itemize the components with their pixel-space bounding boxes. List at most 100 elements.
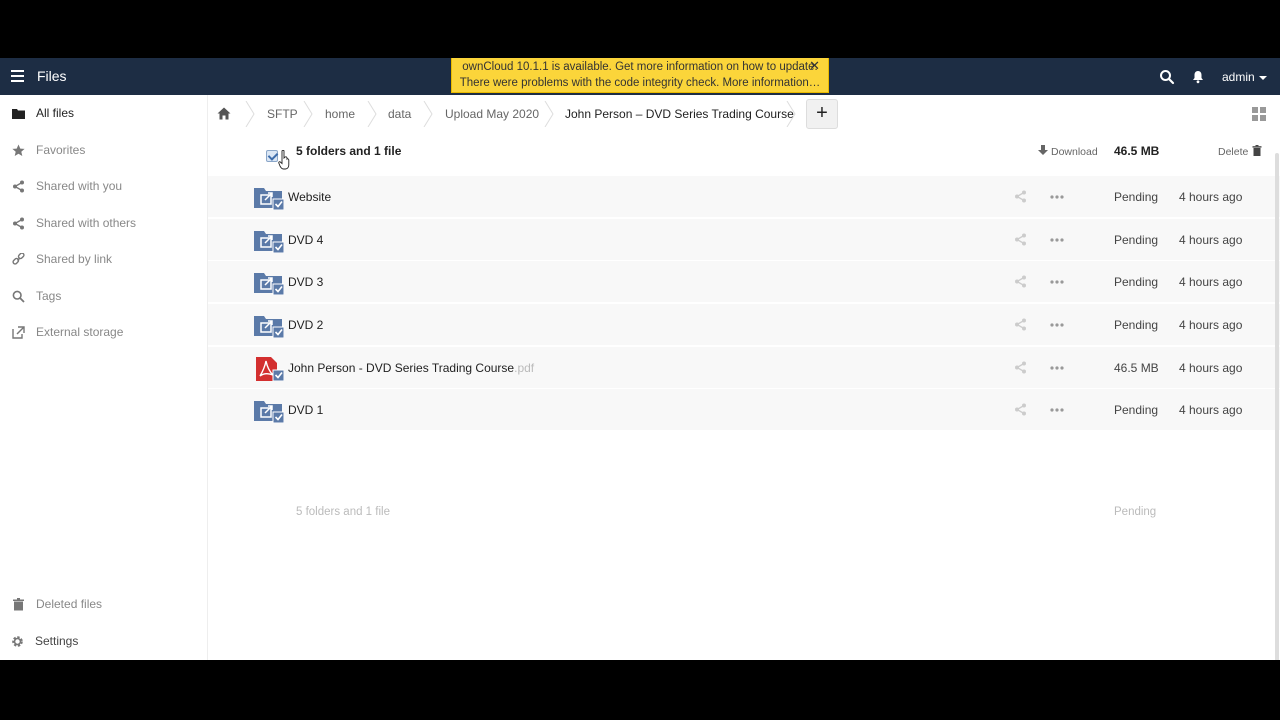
sidebar-item-label: Shared by link — [36, 252, 113, 266]
new-button[interactable]: + — [806, 99, 838, 129]
table-row[interactable]: DVD 2 Pending 4 hours ago — [208, 304, 1280, 346]
file-modified: 4 hours ago — [1179, 403, 1243, 417]
sidebar-item-label: All files — [36, 106, 75, 120]
sidebar-item-tags[interactable]: Tags — [0, 278, 207, 314]
file-basename: DVD 2 — [288, 318, 324, 332]
more-actions-icon[interactable] — [1050, 408, 1064, 412]
breadcrumb-separator — [544, 101, 554, 127]
share-icon — [13, 180, 24, 193]
more-actions-icon[interactable] — [1050, 323, 1064, 327]
menu-icon[interactable] — [11, 70, 24, 82]
footer-size: Pending — [1114, 506, 1157, 518]
grid-view-icon[interactable] — [1252, 107, 1266, 121]
breadcrumb-item-home[interactable]: home — [325, 95, 355, 133]
sidebar-item-shared-by-link[interactable]: Shared by link — [0, 241, 207, 277]
close-icon[interactable]: ✕ — [809, 58, 820, 74]
file-name[interactable]: Website — [288, 190, 331, 204]
file-modified: 4 hours ago — [1179, 190, 1243, 204]
file-size: Pending — [1114, 403, 1159, 417]
file-name[interactable]: DVD 3 — [288, 275, 323, 289]
breadcrumb-separator — [303, 101, 313, 127]
more-actions-icon[interactable] — [1050, 366, 1064, 370]
table-header: 5 folders and 1 file Download 46.5 MB De… — [208, 133, 1280, 175]
sidebar-item-external-storage[interactable]: External storage — [0, 314, 207, 350]
pdf-file-icon — [256, 357, 284, 381]
table-row[interactable]: John Person - DVD Series Trading Course.… — [208, 347, 1280, 389]
file-size: 46.5 MB — [1114, 361, 1159, 375]
file-name[interactable]: John Person - DVD Series Trading Course.… — [288, 361, 534, 375]
files-app: Files ownCloud 10.1.1 is available. Get … — [0, 58, 1280, 660]
breadcrumb-item-upload[interactable]: Upload May 2020 — [445, 95, 539, 133]
folder-icon — [12, 109, 25, 119]
trash-icon — [13, 598, 24, 611]
file-name[interactable]: DVD 1 — [288, 403, 323, 417]
more-actions-icon[interactable] — [1050, 280, 1064, 284]
home-icon[interactable] — [217, 107, 231, 120]
bell-icon[interactable] — [1191, 70, 1205, 84]
breadcrumb-separator — [367, 101, 377, 127]
download-button[interactable]: Download — [1038, 145, 1098, 158]
more-actions-icon[interactable] — [1050, 238, 1064, 242]
sidebar-item-favorites[interactable]: Favorites — [0, 132, 207, 168]
file-name[interactable]: DVD 2 — [288, 318, 323, 332]
select-all-checkbox[interactable] — [266, 150, 278, 162]
file-size: Pending — [1114, 233, 1159, 247]
user-menu[interactable]: admin — [1222, 70, 1267, 84]
file-name[interactable]: DVD 4 — [288, 233, 323, 247]
share-icon[interactable] — [1014, 318, 1027, 331]
breadcrumb-separator — [423, 101, 433, 127]
sidebar-item-deleted-files[interactable]: Deleted files — [0, 586, 207, 622]
share-icon[interactable] — [1014, 233, 1027, 246]
breadcrumb-item-current[interactable]: John Person – DVD Series Trading Course — [565, 95, 794, 133]
trash-icon — [1252, 145, 1262, 156]
breadcrumb-item-data[interactable]: data — [388, 95, 411, 133]
breadcrumb-item-sftp[interactable]: SFTP — [267, 95, 298, 133]
external-link-icon — [12, 326, 25, 339]
sidebar-item-label: Settings — [35, 634, 79, 648]
share-icon — [13, 217, 24, 230]
sidebar-item-label: Deleted files — [36, 597, 103, 611]
footer-summary: 5 folders and 1 file — [296, 506, 390, 518]
share-icon[interactable] — [1014, 403, 1027, 416]
sidebar-item-shared-with-others[interactable]: Shared with others — [0, 205, 207, 241]
table-row[interactable]: DVD 1 Pending 4 hours ago — [208, 389, 1280, 431]
shared-folder-icon — [254, 316, 284, 338]
shared-folder-icon — [254, 188, 284, 210]
table-row[interactable]: DVD 4 Pending 4 hours ago — [208, 219, 1280, 261]
selection-summary: 5 folders and 1 file — [296, 144, 402, 158]
download-icon — [1038, 145, 1048, 155]
table-row[interactable]: DVD 3 Pending 4 hours ago — [208, 261, 1280, 303]
shared-folder-icon — [254, 401, 284, 423]
link-icon — [12, 253, 25, 265]
breadcrumb-separator — [245, 101, 255, 127]
sidebar: All files Favorites Shared with you Shar… — [0, 95, 208, 660]
more-actions-icon[interactable] — [1050, 195, 1064, 199]
sidebar-item-shared-with-you[interactable]: Shared with you — [0, 168, 207, 204]
chevron-down-icon — [1258, 75, 1267, 80]
share-icon[interactable] — [1014, 361, 1027, 374]
pointer-cursor-icon — [278, 150, 290, 170]
file-modified: 4 hours ago — [1179, 361, 1243, 375]
sidebar-item-label: Shared with others — [36, 216, 137, 230]
file-extension: .pdf — [514, 361, 535, 375]
file-size: Pending — [1114, 275, 1159, 289]
breadcrumb: SFTP home data Upload May 2020 John Pers… — [208, 95, 1280, 133]
scrollbar[interactable] — [1275, 153, 1279, 660]
file-modified: 4 hours ago — [1179, 233, 1243, 247]
sidebar-item-settings[interactable]: Settings — [0, 623, 207, 659]
sidebar-item-all-files[interactable]: All files — [0, 95, 207, 131]
file-basename: John Person - DVD Series Trading Course — [288, 361, 515, 375]
file-modified: 4 hours ago — [1179, 275, 1243, 289]
file-size: Pending — [1114, 318, 1159, 332]
file-basename: DVD 1 — [288, 403, 324, 417]
update-available-text[interactable]: ownCloud 10.1.1 is available. Get more i… — [452, 59, 828, 75]
table-row[interactable]: Website Pending 4 hours ago — [208, 176, 1280, 218]
app-title: Files — [37, 68, 67, 84]
integrity-check-text[interactable]: There were problems with the code integr… — [452, 75, 828, 91]
share-icon[interactable] — [1014, 275, 1027, 288]
breadcrumb-separator — [786, 101, 796, 127]
search-icon[interactable] — [1159, 69, 1175, 85]
delete-button[interactable]: Delete — [1218, 145, 1262, 158]
share-icon[interactable] — [1014, 190, 1027, 203]
update-notification: ownCloud 10.1.1 is available. Get more i… — [451, 58, 829, 93]
